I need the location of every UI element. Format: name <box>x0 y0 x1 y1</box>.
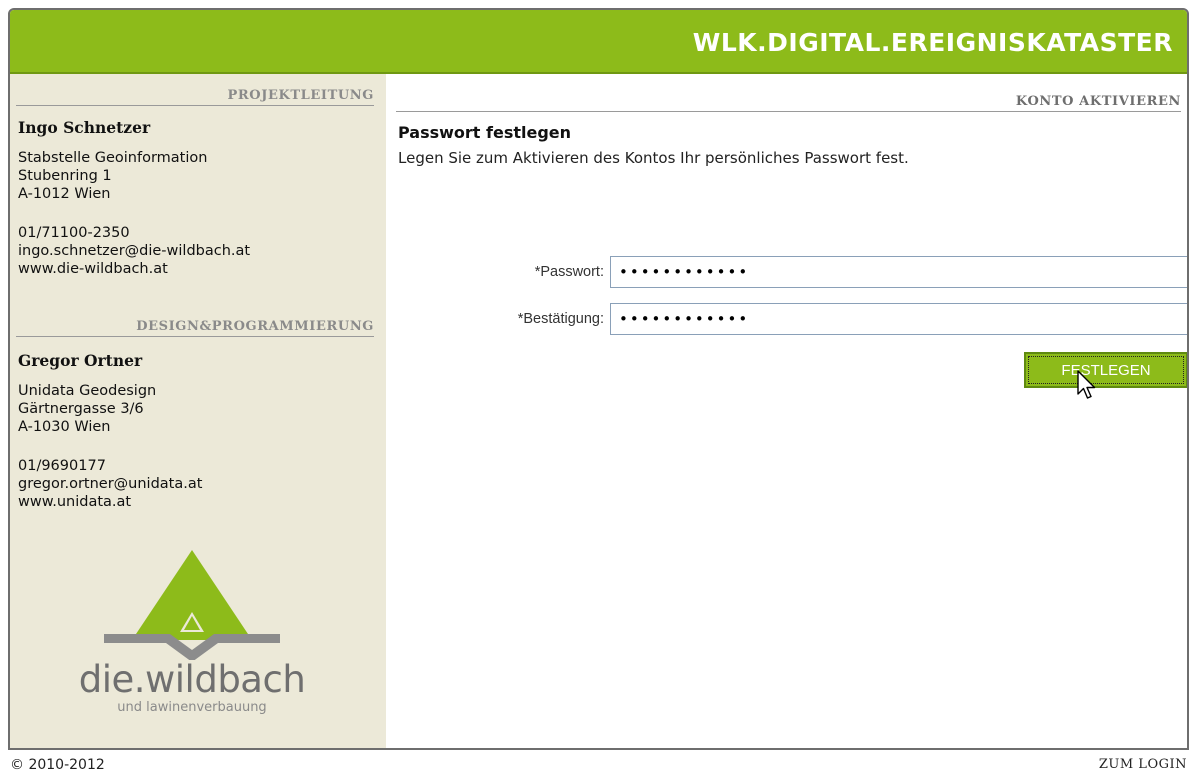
wildbach-logo: die.wildbach und lawinenverbauung <box>52 550 342 730</box>
design-name: Gregor Ortner <box>18 351 143 370</box>
section-title-design: DESIGN&PROGRAMMIERUNG <box>16 319 374 337</box>
confirm-password-field[interactable] <box>610 303 1187 335</box>
copyright-text: © 2010-2012 <box>10 757 105 773</box>
main-content: KONTO AKTIVIEREN Passwort festlegen Lege… <box>386 74 1187 748</box>
mountain-logo-icon <box>104 550 280 660</box>
login-link[interactable]: ZUM LOGIN <box>1099 757 1187 772</box>
app-title: WLK.DIGITAL.EREIGNISKATASTER <box>692 28 1173 57</box>
password-label: *Passwort: <box>534 264 604 280</box>
section-title-project-lead: PROJEKTLEITUNG <box>16 88 374 106</box>
design-contact: 01/9690177 gregor.ortner@unidata.at www.… <box>18 458 203 510</box>
header-bar: WLK.DIGITAL.EREIGNISKATASTER <box>10 10 1187 74</box>
mouse-pointer-icon <box>1077 370 1096 399</box>
project-lead-name: Ingo Schnetzer <box>18 118 151 137</box>
design-address: Unidata Geodesign Gärtnergasse 3/6 A-103… <box>18 383 157 435</box>
logo-subtitle: und lawinenverbauung <box>117 700 267 715</box>
page-description: Legen Sie zum Aktivieren des Kontos Ihr … <box>398 149 909 167</box>
password-field[interactable] <box>610 256 1187 288</box>
project-lead-contact: 01/71100-2350 ingo.schnetzer@die-wildbac… <box>18 225 251 277</box>
section-title-activate-account: KONTO AKTIVIEREN <box>396 94 1181 112</box>
submit-button[interactable]: FESTLEGEN <box>1024 352 1187 388</box>
page-heading: Passwort festlegen <box>398 123 572 142</box>
project-lead-address: Stabstelle Geoinformation Stubenring 1 A… <box>18 150 208 202</box>
confirm-label: *Bestätigung: <box>517 311 604 327</box>
logo-wordmark: die.wildbach <box>78 658 306 701</box>
